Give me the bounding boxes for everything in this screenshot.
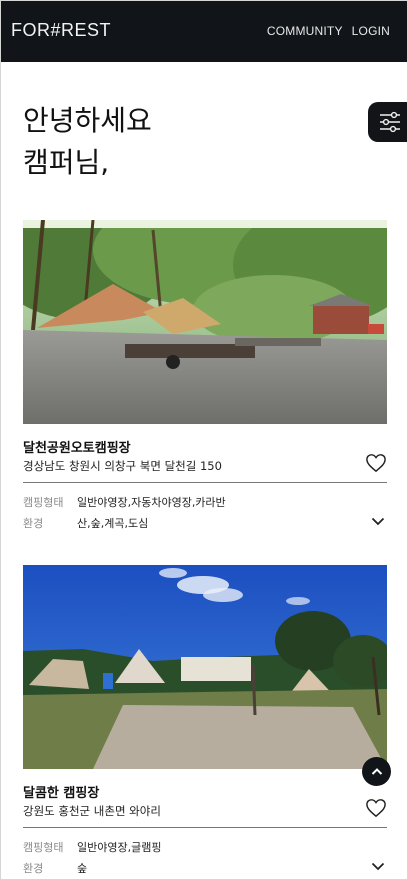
greeting-line-2: 캠퍼님, xyxy=(23,146,110,179)
campsite-card[interactable]: 달천공원오토캠핑장 경상남도 창원시 의창구 북면 달천길 150 캠핑형태 일반… xyxy=(23,220,387,530)
nav-login[interactable]: LOGIN xyxy=(352,24,390,38)
greeting: 안녕하세요 캠퍼님, xyxy=(23,100,152,184)
camp-type-row: 캠핑형태 일반야영장,글램핑 xyxy=(23,839,161,855)
environment-row: 환경 숲 xyxy=(23,860,87,876)
environment-value: 숲 xyxy=(77,862,88,875)
filter-button[interactable] xyxy=(368,102,407,142)
environment-value: 산,숲,계곡,도심 xyxy=(77,517,149,530)
environment-label: 환경 xyxy=(23,517,44,530)
chevron-down-icon[interactable] xyxy=(371,861,385,871)
campsite-photo[interactable] xyxy=(23,220,387,424)
environment-label: 환경 xyxy=(23,862,44,875)
greeting-line-1: 안녕하세요 xyxy=(23,104,152,137)
campsite-card[interactable]: 달콤한 캠핑장 강원도 홍천군 내촌면 와야리 캠핑형태 일반야영장,글램핑 환경… xyxy=(23,565,387,875)
camp-type-label: 캠핑형태 xyxy=(23,841,64,854)
app-frame: FOR#REST COMMUNITY LOGIN 안녕하세요 캠퍼님, 달천공원… xyxy=(0,0,408,880)
heart-icon[interactable] xyxy=(365,453,387,473)
top-nav: COMMUNITY LOGIN xyxy=(267,24,390,38)
campsite-name[interactable]: 달천공원오토캠핑장 xyxy=(23,437,131,456)
chevron-down-icon[interactable] xyxy=(371,516,385,526)
campsite-address: 경상남도 창원시 의창구 북면 달천길 150 xyxy=(23,459,222,473)
camp-type-value: 일반야영장,글램핑 xyxy=(77,841,162,854)
divider xyxy=(23,482,387,483)
environment-row: 환경 산,숲,계곡,도심 xyxy=(23,515,148,531)
logo[interactable]: FOR#REST xyxy=(11,20,111,41)
scroll-top-button[interactable] xyxy=(362,757,391,786)
campsite-name[interactable]: 달콤한 캠핑장 xyxy=(23,782,99,801)
campsite-photo[interactable] xyxy=(23,565,387,769)
heart-icon[interactable] xyxy=(365,798,387,818)
camp-type-label: 캠핑형태 xyxy=(23,496,64,509)
camp-type-value: 일반야영장,자동차야영장,카라반 xyxy=(77,496,226,509)
sliders-icon xyxy=(380,111,400,133)
camp-type-row: 캠핑형태 일반야영장,자동차야영장,카라반 xyxy=(23,494,226,510)
chevron-up-icon xyxy=(371,768,382,775)
campsite-address: 강원도 홍천군 내촌면 와야리 xyxy=(23,804,161,818)
divider xyxy=(23,827,387,828)
nav-community[interactable]: COMMUNITY xyxy=(267,24,343,38)
top-bar: FOR#REST COMMUNITY LOGIN xyxy=(1,1,407,62)
